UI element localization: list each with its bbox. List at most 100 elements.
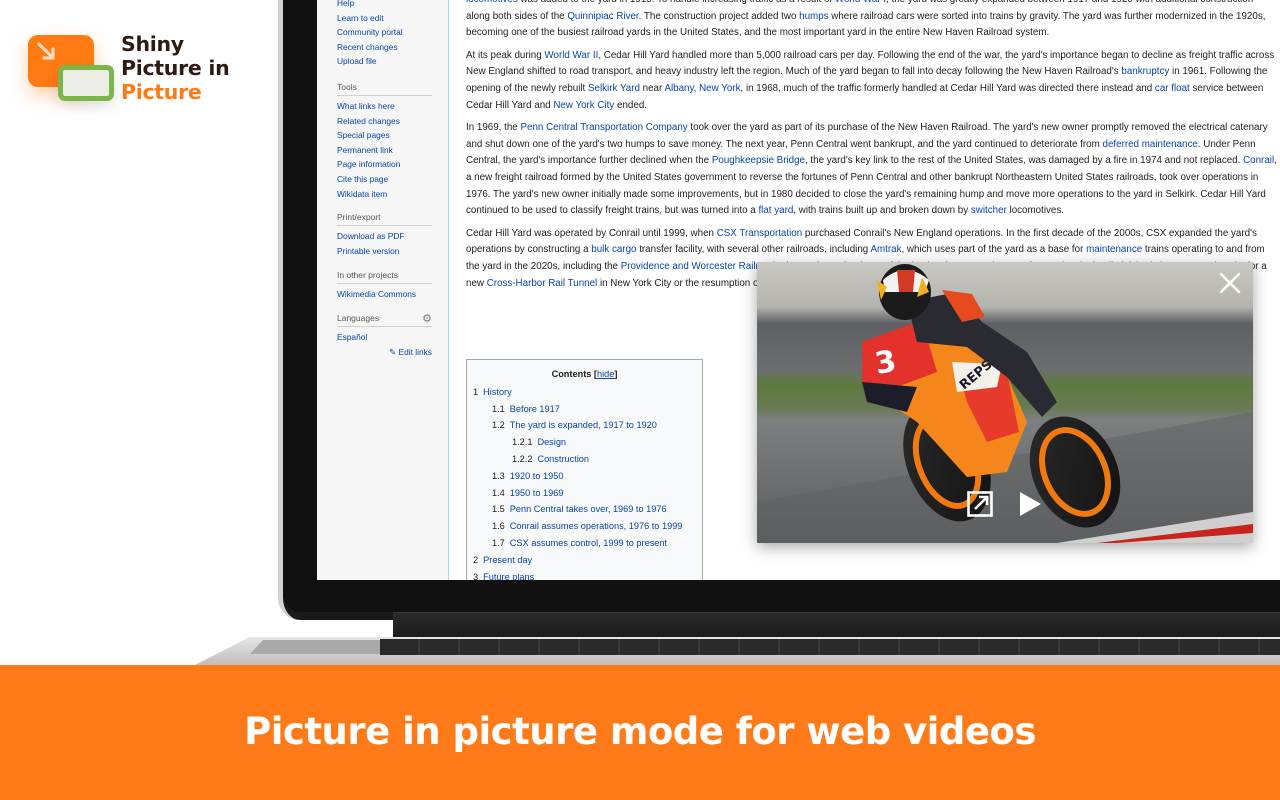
promo-banner: Picture in picture mode for web videos (0, 665, 1280, 800)
toc-list: 1 History 1.1 Before 1917 1.2 The yard is exp… (473, 384, 696, 580)
toc-item-label: 1920 to 1950 (509, 470, 564, 481)
toc-item-label: History (483, 386, 512, 397)
sidebar-link-cite-this-page[interactable]: Cite this page (337, 172, 432, 187)
article-link-amtrak[interactable]: Amtrak (870, 244, 901, 255)
article-link-car-float[interactable]: car float (1155, 83, 1190, 94)
toc-item[interactable]: 1.7 CSX assumes control, 1999 to present (473, 535, 696, 552)
article-link-switcher[interactable]: switcher (971, 205, 1007, 216)
article-link-new-york-city[interactable]: New York City (553, 100, 614, 111)
article-link-locomotives[interactable]: locomotives (466, 0, 518, 5)
video-frame-motorcycle: 3 REPSOL (757, 262, 1253, 543)
article-link-quinnipiac-river[interactable]: Quinnipiac River (567, 11, 638, 22)
laptop-palm-rest (250, 640, 380, 654)
article-link-providence-and-worcester-railroad[interactable]: Providence and Worcester Railroad (621, 261, 775, 272)
sidebar-link-help[interactable]: Help (337, 0, 432, 11)
sidebar-link-espa-ol[interactable]: Español (337, 330, 432, 345)
sidebar-link-download-as-pdf[interactable]: Download as PDF (337, 229, 432, 244)
toc-item[interactable]: 2 Present day (473, 552, 696, 569)
pip-video-window[interactable]: 3 REPSOL (757, 262, 1253, 543)
toc-item-number: 1.2.2 (512, 453, 533, 464)
edit-links-link[interactable]: ✎ Edit links (337, 345, 432, 360)
banner-headline: Picture in picture mode for web videos (244, 710, 1036, 753)
toc-item[interactable]: 1.6 Conrail assumes operations, 1976 to 1… (473, 518, 696, 535)
article-link-flat-yard[interactable]: flat yard (758, 205, 793, 216)
sidebar-other-projects: In other projects Wikimedia Commons (337, 270, 432, 302)
pencil-icon: ✎ (389, 346, 397, 357)
sidebar-link-special-pages[interactable]: Special pages (337, 128, 432, 143)
logo-green-window (58, 65, 114, 101)
article-text: , the yard's key link to the rest of the… (804, 155, 1244, 167)
close-icon (1219, 272, 1241, 294)
toc-item-label: Future plans (483, 571, 535, 580)
close-pip-button[interactable] (1217, 270, 1243, 296)
article-paragraph: In 1969, the Penn Central Transportation… (466, 120, 1278, 220)
toc-item-label: Design (537, 437, 567, 448)
sidebar-link-community-portal[interactable]: Community portal (337, 25, 432, 40)
sidebar-link-recent-changes[interactable]: Recent changes (337, 40, 432, 55)
article-link-selkirk-yard[interactable]: Selkirk Yard (588, 83, 640, 94)
brand-line-2: Picture in (121, 56, 230, 80)
article-text: near (639, 82, 665, 94)
article-text: Cedar Hill Yard was operated by Conrail … (466, 227, 717, 239)
play-icon (1020, 492, 1041, 516)
article-link-csx-transportation[interactable]: CSX Transportation (717, 228, 803, 239)
sidebar-link-upload-file[interactable]: Upload file (337, 54, 432, 69)
edit-links-label: Edit links (398, 346, 432, 357)
sidebar-link-wikidata-item[interactable]: Wikidata item (337, 187, 432, 202)
toc-title-label: Contents (551, 369, 592, 379)
sidebar-heading-tools: Tools (337, 82, 432, 96)
sidebar-link-permanent-link[interactable]: Permanent link (337, 143, 432, 158)
sidebar-nav-links: Help Learn to edit Community portal Recent … (337, 0, 432, 69)
toc-item[interactable]: 1.3 1920 to 1950 (473, 468, 696, 485)
toc-item[interactable]: 1.2 The yard is expanded, 1917 to 1920 (473, 417, 696, 434)
sidebar-link-page-information[interactable]: Page information (337, 157, 432, 172)
sidebar-heading-print-export: Print/export (337, 212, 432, 226)
brand-line-3: Picture (121, 80, 202, 104)
back-to-tab-button[interactable] (966, 490, 994, 518)
toc-item-label: Penn Central takes over, 1969 to 1976 (509, 504, 667, 515)
article-link-deferred-maintenance[interactable]: deferred maintenance (1103, 139, 1198, 150)
toc-item[interactable]: 1 History (473, 384, 696, 401)
sidebar-languages: Languages ⚙ Español ✎ Edit links (337, 313, 432, 359)
sidebar-link-learn-to-edit[interactable]: Learn to edit (337, 11, 432, 26)
article-link-bulk-cargo[interactable]: bulk cargo (591, 244, 636, 255)
toc-item[interactable]: 1.1 Before 1917 (473, 401, 696, 418)
sidebar-link-printable-version[interactable]: Printable version (337, 244, 432, 259)
brand-logo: Shiny Picture in Picture (26, 30, 266, 110)
toc-item-number: 3 (473, 571, 479, 580)
toc-item[interactable]: 1.4 1950 to 1969 (473, 485, 696, 502)
article-text: , which uses part of the yard as a base … (901, 244, 1087, 256)
article-text: At its peak during (466, 49, 545, 61)
toc-item[interactable]: 3 Future plans (473, 569, 696, 580)
sidebar-link-what-links-here[interactable]: What links here (337, 99, 432, 114)
article-link-world-war-i[interactable]: World War I (835, 0, 886, 5)
toc-item-number: 1 (473, 386, 479, 397)
sidebar-link-wikimedia-commons[interactable]: Wikimedia Commons (337, 287, 432, 302)
toc-item-number: 1.2.1 (512, 437, 533, 448)
laptop-hinge (393, 612, 1280, 638)
toc-item-number: 1.4 (492, 487, 505, 498)
article-link-poughkeepsie-bridge[interactable]: Poughkeepsie Bridge (712, 155, 805, 166)
toc-item[interactable]: 1.2.1 Design (473, 434, 696, 451)
brand-name: Shiny Picture in Picture (121, 32, 230, 104)
article-link-bankruptcy[interactable]: bankruptcy (1121, 66, 1169, 77)
article-link-albany-new-york[interactable]: Albany, New York (664, 83, 740, 94)
brand-line-1: Shiny (121, 32, 184, 56)
toc-item[interactable]: 1.2.2 Construction (473, 451, 696, 468)
article-link-humps[interactable]: humps (799, 11, 828, 22)
article-link-cross-harbor-rail-tunnel[interactable]: Cross-Harbor Rail Tunnel (487, 278, 598, 289)
toc-item-number: 1.5 (492, 504, 505, 515)
article-link-world-war-ii[interactable]: World War II (544, 50, 598, 61)
wiki-sidebar: Help Learn to edit Community portal Recent … (317, 0, 449, 580)
article-text: In 1969, the (466, 122, 521, 134)
article-link-conrail[interactable]: Conrail (1243, 155, 1274, 166)
gear-icon[interactable]: ⚙ (422, 312, 432, 325)
toc-item[interactable]: 1.5 Penn Central takes over, 1969 to 1976 (473, 501, 696, 518)
sidebar-link-related-changes[interactable]: Related changes (337, 114, 432, 129)
play-button[interactable] (1017, 490, 1043, 518)
article-link-maintenance[interactable]: maintenance (1086, 244, 1142, 255)
toc-item-number: 1.6 (492, 521, 505, 532)
article-link-penn-central-transportation-company[interactable]: Penn Central Transportation Company (520, 122, 687, 133)
popout-icon (967, 491, 993, 517)
toc-hide-link[interactable]: hide (597, 369, 614, 379)
